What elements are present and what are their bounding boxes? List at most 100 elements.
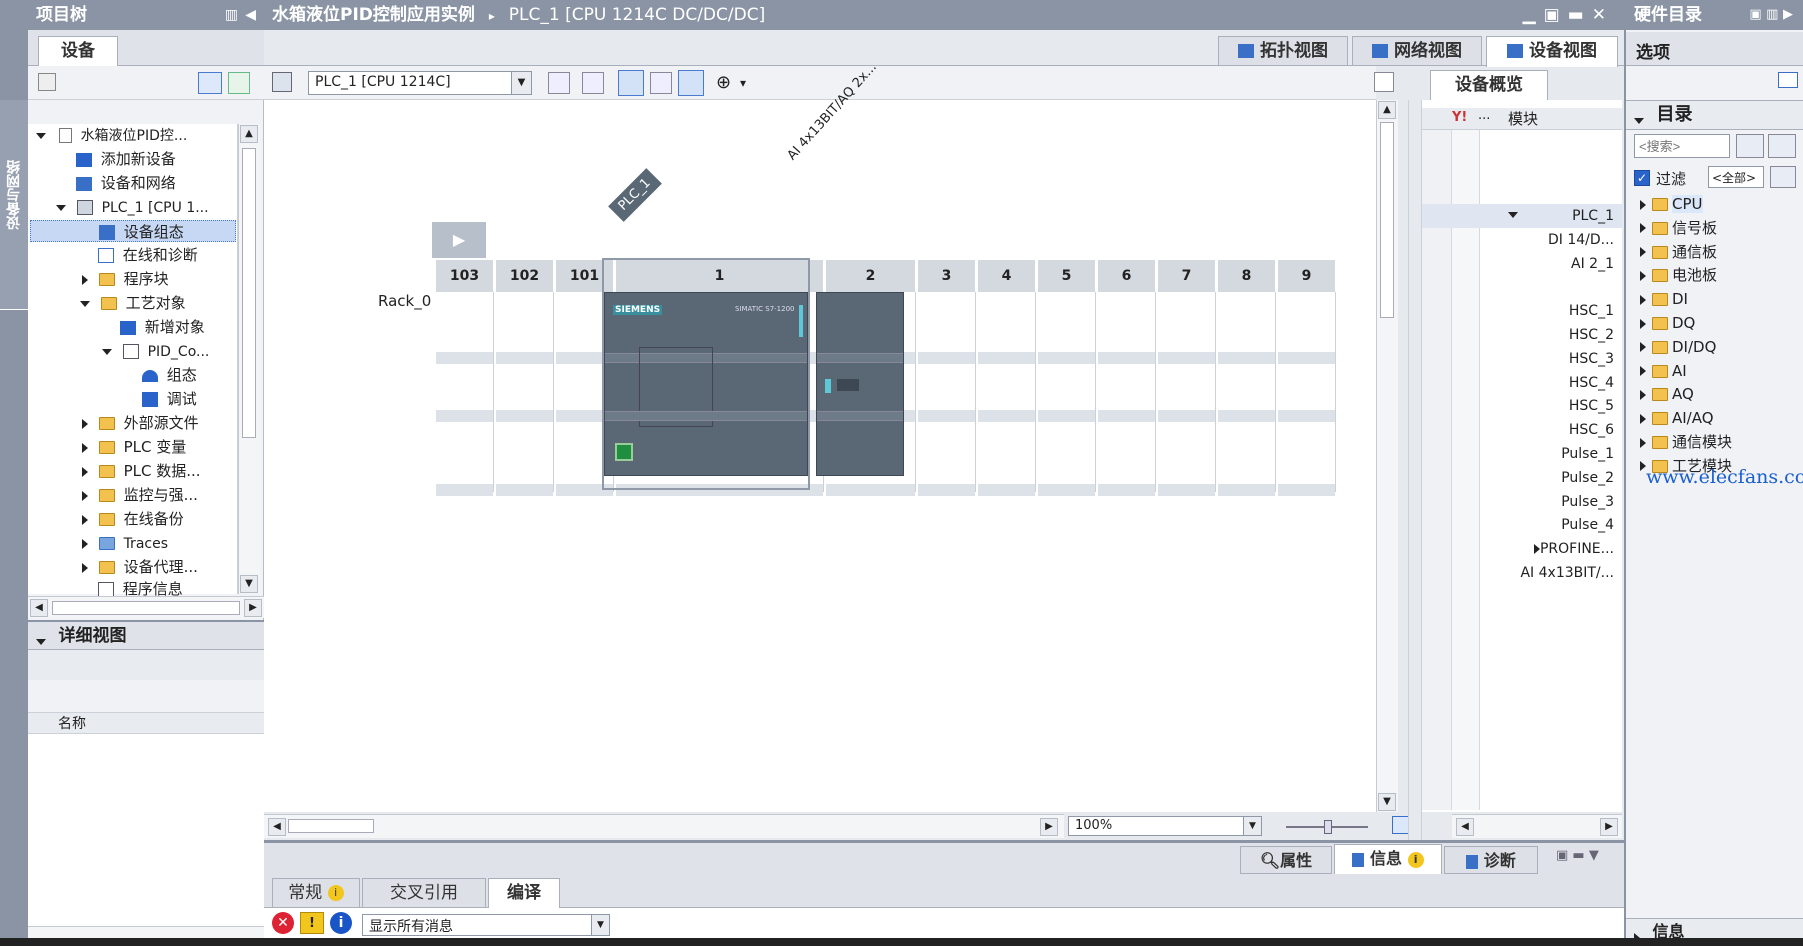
chevron-down-icon[interactable]: ▼ <box>591 915 609 935</box>
overview-row[interactable]: Pulse_2 <box>1480 466 1614 490</box>
tree-item-tech-objects[interactable]: 工艺对象 <box>80 292 186 314</box>
slot-103[interactable] <box>436 292 494 496</box>
tree-item-plc-data[interactable]: PLC 数据... <box>82 460 201 482</box>
expand-right-icon[interactable] <box>82 490 88 501</box>
project-tree-hscroll[interactable]: ◀ ▶ <box>28 596 264 618</box>
name-icon[interactable] <box>582 72 604 94</box>
tree-item-program-blocks[interactable]: 程序块 <box>82 268 169 290</box>
tree-item-online-diag[interactable]: 在线和诊断 <box>98 244 198 266</box>
tab-devices[interactable]: 设备 <box>38 36 118 66</box>
tree-item-traces[interactable]: Traces <box>82 532 168 554</box>
tree-item-add-device[interactable]: 添加新设备 <box>76 148 176 170</box>
slot-header-103[interactable]: 103 <box>436 260 494 292</box>
slot-102[interactable] <box>496 292 554 496</box>
pin-icon[interactable]: ▣ ▥ ▶ <box>1749 0 1793 30</box>
overview-row[interactable]: PLC_1 <box>1480 204 1614 228</box>
tab-device-view[interactable]: 设备视图 <box>1486 36 1618 67</box>
tab-info[interactable]: 信息 i <box>1334 844 1442 874</box>
breadcrumb-device[interactable]: PLC_1 [CPU 1214C DC/DC/DC] <box>509 5 765 25</box>
inspector-window-controls[interactable]: ▣ ▬ ▼ <box>1556 848 1599 863</box>
expand-right-icon[interactable] <box>1534 544 1540 554</box>
search-up-icon[interactable] <box>1768 134 1796 158</box>
catalog-item[interactable]: AI/AQ <box>1640 406 1714 430</box>
catalog-item[interactable]: 通信模块 <box>1640 430 1732 454</box>
expand-right-icon[interactable] <box>1640 199 1646 210</box>
slot-header-102[interactable]: 102 <box>496 260 554 292</box>
zoom-menu-icon[interactable]: ▾ <box>740 76 746 90</box>
scroll-thumb[interactable] <box>242 148 256 438</box>
collapse-down-icon[interactable] <box>36 639 46 645</box>
catalog-item[interactable]: DI/DQ <box>1640 335 1716 359</box>
tree-item-pid-commissioning[interactable]: 调试 <box>142 388 197 410</box>
catalog-section-header[interactable]: 目录 <box>1626 100 1803 130</box>
slot-header-8[interactable]: 8 <box>1218 260 1276 292</box>
tree-item-device-config[interactable]: 设备组态 <box>30 220 236 242</box>
canvas-vscroll[interactable]: ▲ ▼ <box>1376 100 1398 812</box>
zoom-slider-thumb[interactable] <box>1324 820 1332 834</box>
expand-down-icon[interactable] <box>1508 212 1518 218</box>
expand-down-icon[interactable] <box>56 204 66 211</box>
slot-header-3[interactable]: 3 <box>918 260 976 292</box>
tree-item-device-proxy[interactable]: 设备代理... <box>82 556 198 578</box>
expand-right-icon[interactable] <box>1640 270 1646 281</box>
filter-settings-icon[interactable] <box>1770 166 1796 188</box>
expand-right-icon[interactable] <box>1640 223 1646 234</box>
scroll-thumb[interactable] <box>288 819 374 833</box>
pin-icon[interactable]: ▥ <box>225 0 238 30</box>
collapse-down-icon[interactable] <box>1634 118 1644 124</box>
catalog-item[interactable]: CPU <box>1640 192 1703 216</box>
panel-toggle-icon[interactable] <box>678 70 704 96</box>
scroll-left-button[interactable]: ◀ <box>30 599 48 617</box>
catalog-item[interactable]: AI <box>1640 359 1687 383</box>
catalog-item[interactable]: DI <box>1640 287 1688 311</box>
overview-row[interactable]: AI 2_1 <box>1480 252 1614 276</box>
list-view-icon[interactable] <box>198 72 222 94</box>
options-toggle-icon[interactable] <box>1778 72 1798 88</box>
slot-header-4[interactable]: 4 <box>978 260 1036 292</box>
tree-item-pid[interactable]: PID_Co... <box>102 340 209 362</box>
subtab-general[interactable]: 常规 i <box>272 878 360 908</box>
filter-icon[interactable]: Y! <box>1452 110 1467 125</box>
tree-item-plc1[interactable]: PLC_1 [CPU 1... <box>56 196 209 218</box>
slot-header-7[interactable]: 7 <box>1158 260 1216 292</box>
grid-icon[interactable] <box>38 73 56 91</box>
slot-7[interactable] <box>1158 292 1216 496</box>
chevron-down-icon[interactable]: ▼ <box>511 72 531 94</box>
expand-right-icon[interactable] <box>82 418 88 429</box>
tree-item-project[interactable]: 水箱液位PID控... <box>36 124 187 146</box>
catalog-search-input[interactable] <box>1634 134 1730 158</box>
collapse-left-icon[interactable]: ◀ <box>245 0 256 30</box>
catalog-item[interactable]: DQ <box>1640 311 1695 335</box>
breadcrumb-project[interactable]: 水箱液位PID控制应用实例 <box>264 5 475 25</box>
tree-item-add-object[interactable]: 新增对象 <box>120 316 205 338</box>
expand-right-icon[interactable] <box>1640 389 1646 400</box>
expand-right-icon[interactable] <box>1640 413 1646 424</box>
signal-module[interactable] <box>816 292 904 476</box>
overview-row[interactable] <box>1480 275 1614 299</box>
catalog-item[interactable]: AQ <box>1640 382 1694 406</box>
export-icon[interactable] <box>228 72 250 94</box>
scroll-up-button[interactable]: ▲ <box>240 125 258 143</box>
tab-device-overview[interactable]: 设备概览 <box>1430 70 1548 100</box>
filter-checkbox[interactable]: ✓ <box>1634 170 1650 186</box>
overview-row[interactable]: HSC_4 <box>1480 371 1614 395</box>
edit-icon[interactable] <box>618 70 644 96</box>
detail-view-header[interactable]: 详细视图 <box>28 620 264 650</box>
device-tool-icon[interactable] <box>272 72 292 92</box>
filter-select[interactable]: <全部> <box>1708 166 1764 188</box>
info-filter-icon[interactable]: i <box>330 912 352 934</box>
portal-tab-devices-networks[interactable]: 设备与网络 <box>0 100 28 310</box>
overview-splitter[interactable] <box>1408 100 1422 840</box>
scroll-right-button[interactable]: ▶ <box>244 599 262 617</box>
scroll-thumb[interactable] <box>52 601 240 615</box>
tree-item-online-backup[interactable]: 在线备份 <box>82 508 184 530</box>
slot-4[interactable] <box>978 292 1036 496</box>
rack-expand-button[interactable]: ▶ <box>432 222 486 258</box>
slot-5[interactable] <box>1038 292 1096 496</box>
scroll-thumb[interactable] <box>1380 122 1394 318</box>
overview-row[interactable]: DI 14/D... <box>1480 228 1614 252</box>
expand-right-icon[interactable] <box>82 514 88 525</box>
scroll-right-button[interactable]: ▶ <box>1040 818 1058 836</box>
slot-9[interactable] <box>1278 292 1336 496</box>
expand-right-icon[interactable] <box>1640 437 1646 448</box>
